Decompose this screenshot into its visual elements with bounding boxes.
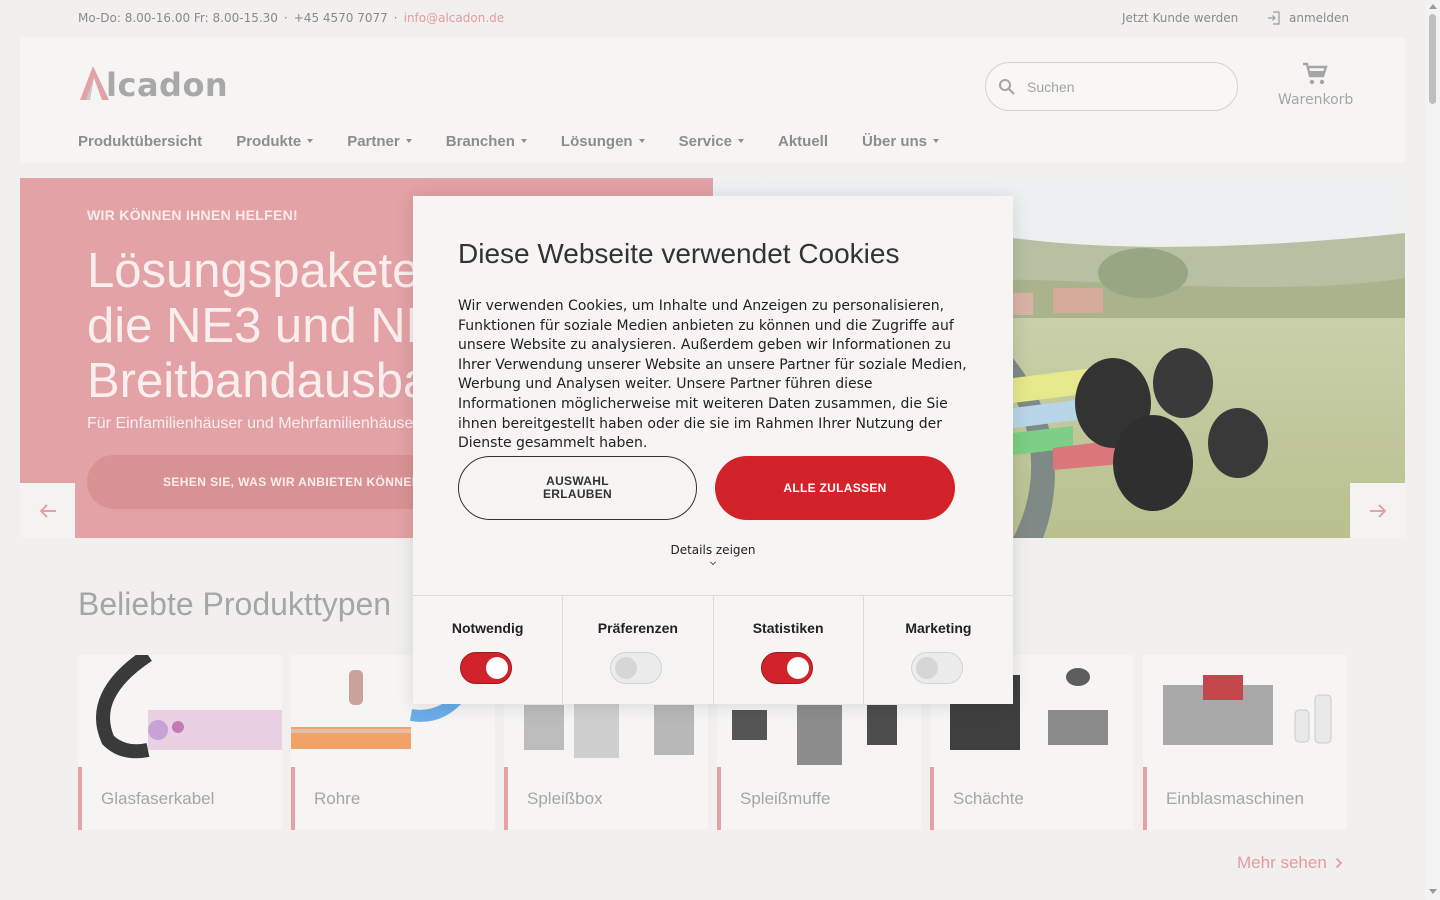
nav-label: Partner <box>347 132 400 150</box>
search-input[interactable] <box>1025 77 1205 96</box>
nav-label: Service <box>678 132 732 150</box>
scroll-up-icon[interactable] <box>1429 4 1437 9</box>
toggle-knob <box>615 657 638 679</box>
cart-icon <box>1303 62 1328 85</box>
caret-down-icon <box>638 139 645 143</box>
nav-item-loesungen[interactable]: Lösungen <box>561 133 645 150</box>
show-details-link[interactable]: Details zeigen <box>413 543 1013 565</box>
search-box[interactable] <box>985 62 1238 111</box>
contact-info: Mo-Do: 8.00-16.00 Fr: 8.00-15.30 · +45 457… <box>78 11 504 25</box>
nav-label: Produktübersicht <box>78 132 203 150</box>
scrollbar-thumb[interactable] <box>1429 14 1436 104</box>
section-title-popular-products: Beliebte Produkttypen <box>78 586 392 622</box>
nav-label: Branchen <box>445 132 515 150</box>
caret-down-icon <box>737 139 744 143</box>
consent-label: Marketing <box>905 620 972 636</box>
consent-label: Statistiken <box>752 620 824 636</box>
product-card-label: Glasfaserkabel <box>78 767 282 830</box>
cookie-consent-dialog: Diese Webseite verwendet Cookies Wir ver… <box>413 196 1013 704</box>
product-card-label: Einblasmaschinen <box>1143 767 1347 830</box>
details-label: Details zeigen <box>670 543 756 557</box>
logo[interactable]: lcadon <box>78 64 228 102</box>
nav-item-produkte[interactable]: Produkte <box>236 132 314 150</box>
consent-statistics: Statistiken <box>714 596 864 704</box>
separator: · <box>283 11 288 25</box>
nav-item-aktuell[interactable]: Aktuell <box>778 133 828 150</box>
become-customer-link[interactable]: Jetzt Kunde werden <box>1122 11 1238 25</box>
more-products-link[interactable]: Mehr sehen <box>1237 853 1343 873</box>
toggle-knob <box>786 657 809 679</box>
login-link[interactable]: anmelden <box>1267 11 1349 25</box>
consent-categories: Notwendig Präferenzen Statistiken Market… <box>413 595 1013 704</box>
necessary-toggle[interactable] <box>460 652 512 684</box>
nav-label: Produkte <box>236 132 302 150</box>
email-link[interactable]: info@alcadon.de <box>404 11 505 25</box>
arrow-right-icon <box>1369 503 1386 518</box>
top-bar: Mo-Do: 8.00-16.00 Fr: 8.00-15.30 · +45 457… <box>0 0 1425 38</box>
login-label: anmelden <box>1289 11 1349 25</box>
chevron-down-icon <box>710 559 716 565</box>
product-card-glasfaserkabel[interactable]: Glasfaserkabel <box>78 649 282 830</box>
consent-label: Präferenzen <box>597 620 678 636</box>
consent-preferences: Präferenzen <box>563 596 714 704</box>
hero-subtitle: Für Einfamilienhäuser und Mehrfamilienhä… <box>87 415 419 432</box>
slider-next-button[interactable] <box>1350 483 1405 538</box>
product-card-label: Schächte <box>930 767 1134 830</box>
opening-hours: Mo-Do: 8.00-16.00 Fr: 8.00-15.30 <box>78 11 278 25</box>
product-card-label: Spleißbox <box>504 767 708 830</box>
consent-marketing: Marketing <box>864 596 1013 704</box>
caret-down-icon <box>307 139 314 143</box>
toggle-knob <box>486 657 508 679</box>
chevron-right-icon <box>1335 857 1343 869</box>
caret-down-icon <box>520 139 527 143</box>
nav-label: Aktuell <box>777 132 828 150</box>
nav-item-produktuebersicht[interactable]: Produktübersicht <box>78 133 202 150</box>
consent-necessary: Notwendig <box>413 596 564 704</box>
nav-item-partner[interactable]: Partner <box>347 133 412 150</box>
nav-item-branchen[interactable]: Branchen <box>446 133 527 150</box>
slider-prev-button[interactable] <box>20 483 75 538</box>
scroll-down-icon[interactable] <box>1429 889 1437 894</box>
hero-eyebrow: WIR KÖNNEN IHNEN HELFEN! <box>87 207 298 223</box>
statistics-toggle[interactable] <box>760 652 813 684</box>
consent-label: Notwendig <box>451 620 524 636</box>
nav-item-service[interactable]: Service <box>679 133 744 150</box>
marketing-toggle[interactable] <box>910 652 963 684</box>
more-label: Mehr sehen <box>1237 853 1327 872</box>
phone-link[interactable]: +45 4570 7077 <box>294 11 388 25</box>
product-card-label: Rohre <box>291 767 495 830</box>
nav-label: Lösungen <box>560 132 633 150</box>
separator: · <box>393 11 398 25</box>
cart-button[interactable]: Warenkorb <box>1278 62 1354 108</box>
product-image <box>1163 675 1332 745</box>
nav-label: Über uns <box>862 132 928 150</box>
preferences-toggle[interactable] <box>610 652 663 684</box>
caret-down-icon <box>405 139 412 143</box>
allow-selection-button[interactable]: AUSWAHL ERLAUBEN <box>458 456 697 520</box>
caret-down-icon <box>933 139 940 143</box>
arrow-left-icon <box>39 503 56 518</box>
page-scrollbar[interactable] <box>1425 0 1440 900</box>
cookie-description: Wir verwenden Cookies, um Inhalte und An… <box>458 298 967 452</box>
product-card-label: Spleißmuffe <box>717 767 921 830</box>
login-icon <box>1268 11 1280 25</box>
search-icon <box>999 79 1015 95</box>
site-header: lcadon Warenkorb Produktübersicht Produk… <box>20 38 1405 162</box>
product-card-einblasmaschinen[interactable]: Einblasmaschinen <box>1143 655 1347 830</box>
nav-item-ueber-uns[interactable]: Über uns <box>862 132 940 150</box>
logo-wordmark: lcadon <box>106 66 229 104</box>
cookie-title: Diese Webseite verwendet Cookies <box>458 238 900 269</box>
cart-label: Warenkorb <box>1278 92 1354 108</box>
toggle-knob <box>915 657 938 679</box>
main-nav: Produktübersicht Produkte Partner Branch… <box>78 131 973 151</box>
allow-all-button[interactable]: ALLE ZULASSEN <box>715 456 955 520</box>
product-image <box>96 649 282 759</box>
